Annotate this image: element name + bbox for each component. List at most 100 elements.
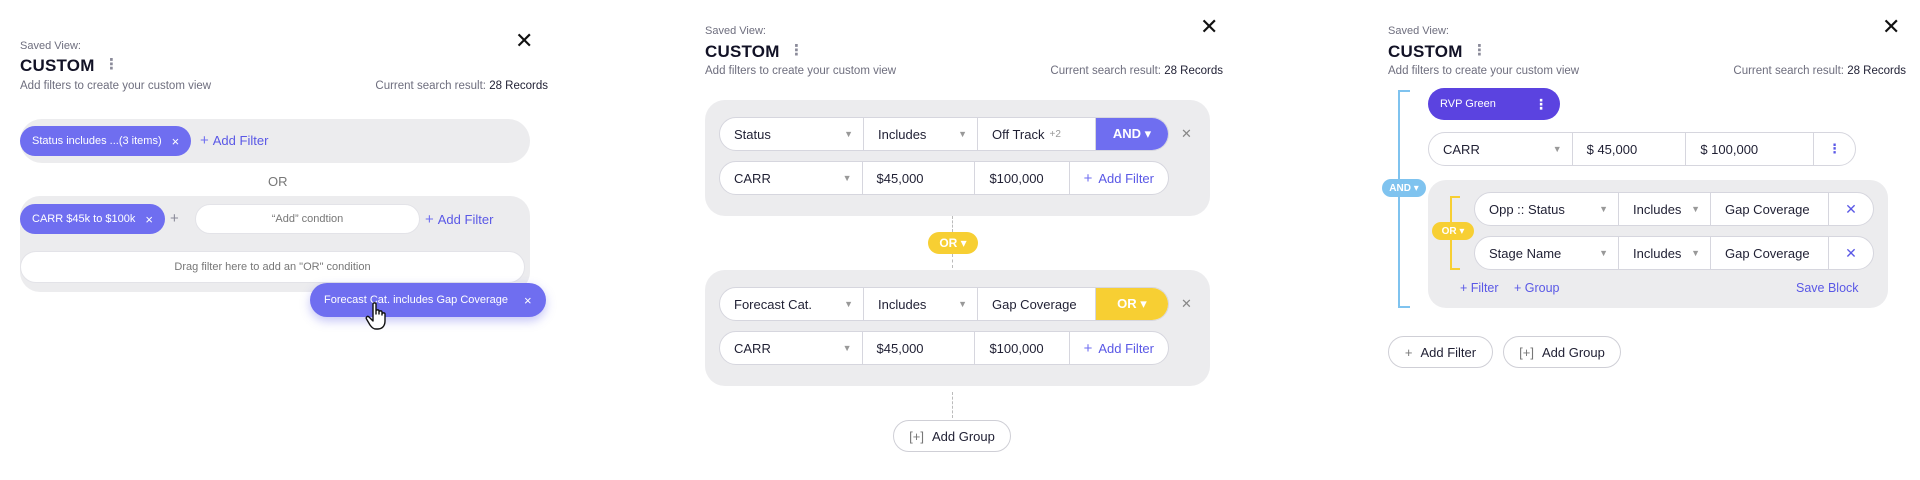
add-filter-label: Add Filter xyxy=(437,212,494,227)
filter-row-carr: CARR ▼ $ 45,000 $ 100,000 ⋮ xyxy=(1428,132,1856,166)
add-filter-button[interactable]: + Add Filter xyxy=(1388,336,1493,368)
chip-label: Status includes ...(3 items) xyxy=(32,135,162,147)
field-select[interactable]: Forecast Cat. ▼ xyxy=(720,288,864,320)
filter-row-forecast: Forecast Cat. ▼ Includes ▼ Gap Coverage OR… xyxy=(719,287,1169,321)
remove-row-icon[interactable]: ✕ xyxy=(1181,296,1192,312)
min-value-input[interactable]: $45,000 xyxy=(863,162,976,194)
add-group-label: Add Group xyxy=(1541,344,1605,360)
add-condition-field[interactable]: “Add” condtion xyxy=(195,204,420,234)
add-filter-label: Add Filter xyxy=(1098,170,1154,186)
result-count: 28 Records xyxy=(1847,65,1906,77)
operator-select[interactable]: Includes ▼ xyxy=(1619,193,1711,225)
kebab-icon[interactable]: ⋮ xyxy=(1472,41,1487,59)
filter-row-opp-status: Opp :: Status ▼ Includes ▼ Gap Coverage ✕ xyxy=(1474,192,1874,226)
field-label: Stage Name xyxy=(1489,245,1562,261)
hand-cursor-icon xyxy=(365,302,386,330)
dropdown-arrow-icon: ▼ xyxy=(844,129,853,139)
result-label: Current search result: xyxy=(375,80,486,92)
and-bracket xyxy=(1398,90,1410,308)
max-value-input[interactable]: $100,000 xyxy=(975,332,1070,364)
view-title: CUSTOM xyxy=(705,42,780,61)
field-label: CARR xyxy=(734,170,771,186)
min-value-input[interactable]: $ 45,000 xyxy=(1573,133,1687,165)
dropdown-arrow-icon: ▼ xyxy=(1691,248,1700,258)
subtitle: Add filters to create your custom view xyxy=(705,65,897,77)
add-group-icon: [+] xyxy=(909,428,924,444)
kebab-icon[interactable]: ⋮ xyxy=(104,55,119,73)
operator-label: Includes xyxy=(1633,201,1682,217)
dropdown-arrow-icon: ▼ xyxy=(1599,204,1608,214)
filter-chip-carr[interactable]: CARR $45k to $100k × xyxy=(20,204,165,234)
operator-label: Includes xyxy=(1633,245,1682,261)
dropdown-arrow-icon: ▼ xyxy=(1691,204,1700,214)
max-value-input[interactable]: $ 100,000 xyxy=(1686,133,1814,165)
search-result: Current search result: 28 Records xyxy=(923,65,1223,77)
connector-line xyxy=(952,392,953,418)
add-group-link[interactable]: + Group xyxy=(1514,281,1560,295)
add-filter-link[interactable]: + Add Filter xyxy=(425,211,493,228)
filter-row-carr: CARR ▼ $45,000 $100,000 + Add Filter xyxy=(719,161,1169,195)
or-drop-zone[interactable]: Drag filter here to add an "OR" conditio… xyxy=(20,251,525,283)
operator-select[interactable]: Includes ▼ xyxy=(864,288,978,320)
max-value-input[interactable]: $100,000 xyxy=(975,162,1070,194)
chip-label: Forecast Cat. includes Gap Coverage xyxy=(324,294,509,306)
field-select[interactable]: Status ▼ xyxy=(720,118,864,150)
filter-row-status: Status ▼ Includes ▼ Off Track +2 AND ▾ xyxy=(719,117,1169,151)
remove-row-icon[interactable]: ✕ xyxy=(1829,237,1873,269)
min-value-input[interactable]: $45,000 xyxy=(863,332,976,364)
close-icon[interactable]: × xyxy=(172,134,180,149)
close-icon[interactable]: × xyxy=(524,293,532,308)
value-select[interactable]: Gap Coverage xyxy=(978,288,1096,320)
field-select[interactable]: Opp :: Status ▼ xyxy=(1475,193,1619,225)
plus-icon: + xyxy=(1083,169,1093,187)
field-select[interactable]: Stage Name ▼ xyxy=(1475,237,1619,269)
kebab-icon[interactable]: ⋮ xyxy=(1534,96,1548,113)
close-icon[interactable]: × xyxy=(145,212,153,227)
chip-label: CARR $45k to $100k xyxy=(32,213,136,225)
operator-select[interactable]: Includes ▼ xyxy=(1619,237,1711,269)
remove-row-icon[interactable]: ✕ xyxy=(1181,126,1192,142)
view-title: CUSTOM xyxy=(1388,42,1463,61)
field-select[interactable]: CARR ▼ xyxy=(720,332,863,364)
close-icon[interactable]: ✕ xyxy=(515,30,533,52)
add-group-button[interactable]: [+] Add Group xyxy=(893,420,1011,452)
add-filter-button[interactable]: + Add Filter xyxy=(1070,162,1168,194)
chip-label: RVP Green xyxy=(1440,98,1496,110)
field-select[interactable]: CARR ▼ xyxy=(720,162,863,194)
field-select[interactable]: CARR ▼ xyxy=(1429,133,1573,165)
saved-view-label: Saved View: xyxy=(20,40,81,52)
operator-label: Includes xyxy=(878,296,927,312)
add-filter-button[interactable]: + Add Filter xyxy=(1070,332,1168,364)
close-icon[interactable]: ✕ xyxy=(1200,16,1218,38)
dropdown-arrow-icon: ▼ xyxy=(842,173,852,183)
and-logic-button[interactable]: AND ▾ xyxy=(1096,118,1168,150)
add-filter-link[interactable]: + Add Filter xyxy=(200,132,268,149)
dropdown-arrow-icon: ▼ xyxy=(958,129,967,139)
result-label: Current search result: xyxy=(1733,65,1844,77)
search-result: Current search result: 28 Records xyxy=(1606,65,1906,77)
operator-label: Includes xyxy=(878,126,927,142)
extra-count: +2 xyxy=(1049,128,1061,140)
dragging-filter-chip[interactable]: Forecast Cat. includes Gap Coverage × xyxy=(310,283,546,317)
add-filter-link[interactable]: + Filter xyxy=(1460,281,1499,295)
close-icon[interactable]: ✕ xyxy=(1882,16,1900,38)
or-logic-button[interactable]: OR ▾ xyxy=(1096,288,1168,320)
value-select[interactable]: Off Track +2 xyxy=(978,118,1096,150)
save-block-link[interactable]: Save Block xyxy=(1796,281,1859,295)
remove-row-icon[interactable]: ✕ xyxy=(1829,193,1873,225)
kebab-icon[interactable]: ⋮ xyxy=(789,41,804,59)
value-select[interactable]: Gap Coverage xyxy=(1711,193,1829,225)
value-select[interactable]: Gap Coverage xyxy=(1711,237,1829,269)
or-connector-pill[interactable]: OR ▾ xyxy=(1432,222,1474,240)
connector-line xyxy=(952,254,953,268)
or-connector-pill[interactable]: OR ▾ xyxy=(928,232,978,254)
add-group-button[interactable]: [+] Add Group xyxy=(1503,336,1621,368)
kebab-icon[interactable]: ⋮ xyxy=(1814,133,1855,165)
dropdown-arrow-icon: ▼ xyxy=(1552,144,1562,154)
operator-select[interactable]: Includes ▼ xyxy=(864,118,978,150)
and-connector-pill[interactable]: AND ▾ xyxy=(1382,179,1426,197)
plus-icon: + xyxy=(200,132,209,149)
add-filter-label: Add Filter xyxy=(1420,344,1477,360)
filter-chip-status[interactable]: Status includes ...(3 items) × xyxy=(20,126,192,156)
saved-block-chip[interactable]: RVP Green ⋮ xyxy=(1428,88,1560,120)
